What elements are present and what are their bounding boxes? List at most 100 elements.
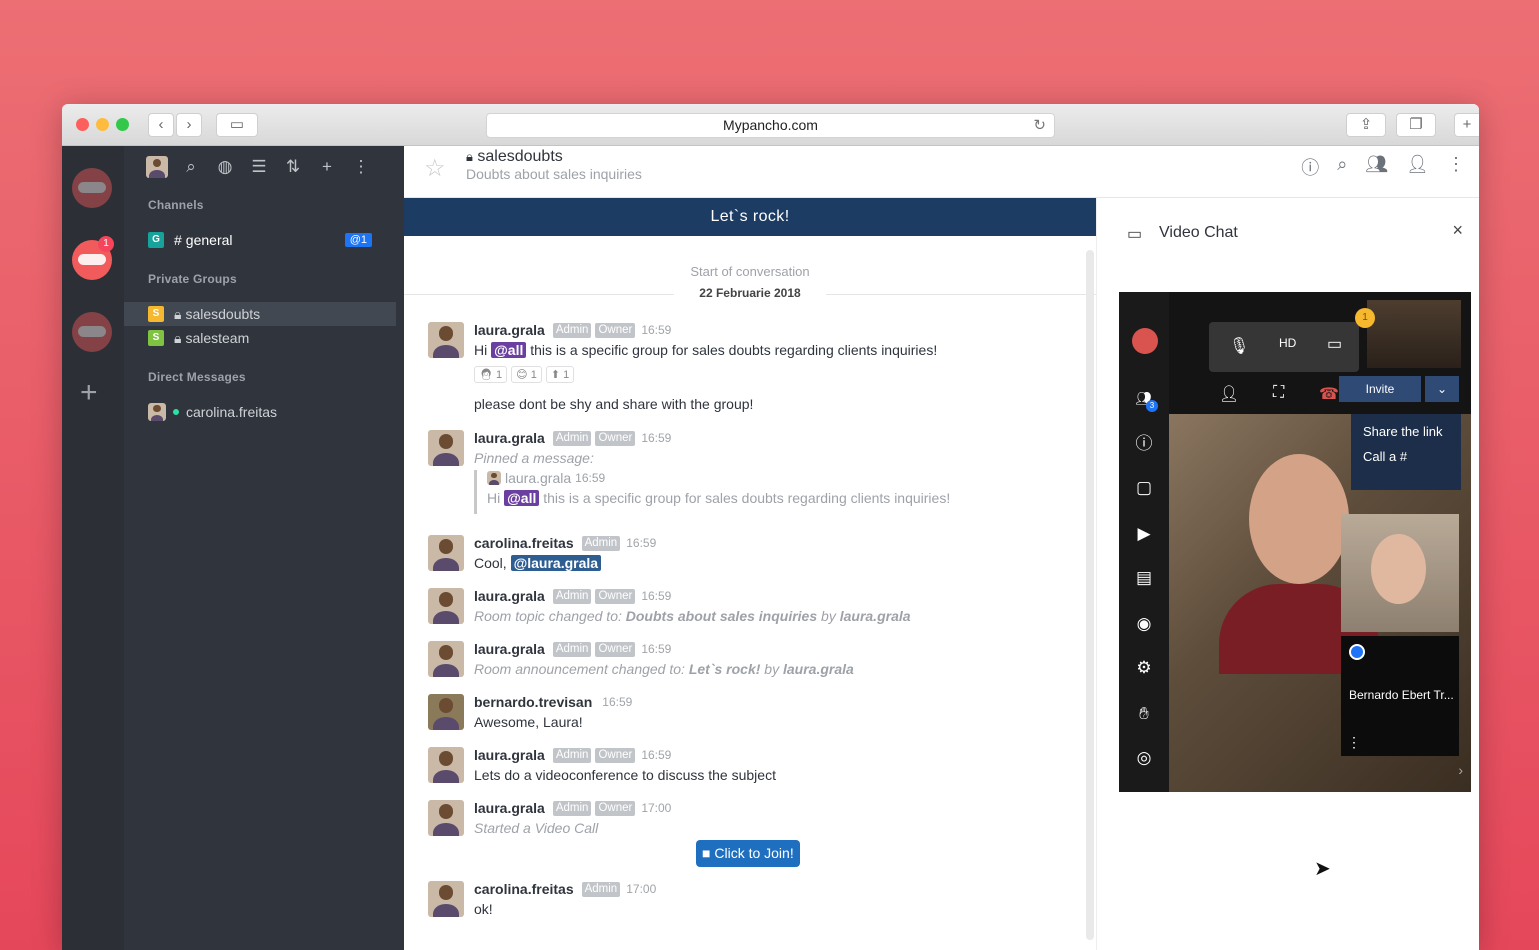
tabs-icon[interactable]: ❐ xyxy=(1396,113,1436,137)
directory-icon[interactable]: ◍ xyxy=(214,157,236,177)
search-icon[interactable]: ⌕ xyxy=(180,157,202,177)
sidebar-item-salesdoubts[interactable]: S 🔒︎ salesdoubts xyxy=(124,302,396,326)
menu-item-call[interactable]: Call a # xyxy=(1351,439,1461,464)
section-channels: Channels xyxy=(148,198,204,212)
message-list: Let`s rock! Start of conversation 22 Feb… xyxy=(404,198,1096,950)
search-icon[interactable]: ⌕ xyxy=(1337,154,1347,180)
message-username[interactable]: laura.grala xyxy=(474,747,545,763)
channel-avatar: G xyxy=(148,232,164,248)
menu-item-share-link[interactable]: Share the link xyxy=(1351,414,1461,439)
group-avatar: S xyxy=(148,330,164,346)
avatar[interactable] xyxy=(428,588,464,624)
message-time: 17:00 xyxy=(626,882,657,896)
message-username[interactable]: laura.grala xyxy=(474,588,545,604)
close-window-button[interactable] xyxy=(76,118,89,131)
sidebar-toggle-icon[interactable]: ▭ xyxy=(216,113,258,137)
eye-icon[interactable]: ◎ xyxy=(1132,746,1156,770)
participant-tile[interactable]: Bernardo Ebert Tr... ⋮ xyxy=(1341,636,1459,756)
sort-icon[interactable]: ⇅ xyxy=(282,157,304,177)
message-username[interactable]: laura.grala xyxy=(474,800,545,816)
server-icon[interactable] xyxy=(72,168,112,208)
recording-icon[interactable]: ◉ xyxy=(1132,612,1156,636)
more-options-icon[interactable]: ⋮ xyxy=(1347,734,1361,751)
video-frame[interactable]: 👥︎ 3 ⓘ ▢ ▶ ▤ ◉ ⚙ ✋︎ ◎ 🎙︎ HD ▭ 1 👤︎ ⛶ ☎︎ … xyxy=(1119,292,1471,792)
play-icon[interactable]: ▶ xyxy=(1132,522,1156,546)
document-icon[interactable]: ▤ xyxy=(1132,566,1156,590)
call-controls: 🎙︎ HD ▭ xyxy=(1209,322,1359,372)
mention-tag[interactable]: @all xyxy=(504,490,540,506)
avatar[interactable] xyxy=(428,641,464,677)
info-icon[interactable]: ⓘ xyxy=(1301,154,1319,180)
invite-button[interactable]: Invite xyxy=(1339,376,1421,402)
audio-level-icon xyxy=(1349,644,1365,660)
back-icon[interactable]: ‹ xyxy=(148,113,174,137)
chat-icon[interactable]: ▢ xyxy=(1132,476,1156,500)
sidebar-item-label: salesdoubts xyxy=(185,306,261,322)
info-icon[interactable]: ⓘ xyxy=(1132,432,1156,456)
minimize-window-button[interactable] xyxy=(96,118,109,131)
reaction-button[interactable]: 😊︎ 1 xyxy=(511,366,542,383)
fullscreen-icon[interactable]: ⛶ xyxy=(1273,384,1284,402)
chevron-right-icon[interactable]: › xyxy=(1458,762,1463,778)
avatar[interactable] xyxy=(428,881,464,917)
message-username[interactable]: laura.grala xyxy=(474,430,545,446)
add-user-icon[interactable]: 👤︎ xyxy=(1406,154,1429,180)
maximize-window-button[interactable] xyxy=(116,118,129,131)
avatar[interactable] xyxy=(428,535,464,571)
avatar[interactable] xyxy=(428,430,464,466)
video-quality-label[interactable]: HD xyxy=(1279,336,1296,350)
user-avatar[interactable] xyxy=(146,156,168,178)
message-username[interactable]: carolina.freitas xyxy=(474,881,574,897)
share-icon[interactable]: ⇪ xyxy=(1346,113,1386,137)
members-icon[interactable]: 👥︎ xyxy=(1365,154,1388,180)
remote-video-thumb[interactable] xyxy=(1341,514,1459,632)
add-participant-icon[interactable]: 👤︎ xyxy=(1219,384,1239,404)
role-badge: Admin xyxy=(552,800,592,816)
sidebar-item-carolina[interactable]: carolina.freitas xyxy=(124,400,396,424)
message-username[interactable]: laura.grala xyxy=(474,322,545,338)
hangup-icon[interactable]: ☎︎ xyxy=(1319,384,1339,404)
reaction-button[interactable]: 👩︎ 1 xyxy=(474,366,508,383)
avatar[interactable] xyxy=(1132,328,1158,354)
role-badge: Admin xyxy=(581,881,621,897)
mention-tag[interactable]: @all xyxy=(491,342,527,358)
forward-icon[interactable]: › xyxy=(176,113,202,137)
microphone-icon[interactable]: 🎙︎ xyxy=(1229,336,1249,356)
add-server-icon[interactable]: + xyxy=(80,378,98,408)
pinned-quote[interactable]: laura.grala 16:59 Hi @all this is a speci… xyxy=(474,470,950,514)
quote-time: 16:59 xyxy=(575,471,606,485)
avatar[interactable] xyxy=(428,747,464,783)
panel-title: Video Chat xyxy=(1159,224,1238,241)
close-icon[interactable]: × xyxy=(1452,220,1463,241)
message-username[interactable]: bernardo.trevisan xyxy=(474,694,592,710)
join-call-button[interactable]: ■ Click to Join! xyxy=(696,840,800,867)
raise-hand-icon[interactable]: ✋︎ xyxy=(1132,702,1156,726)
server-icon-active[interactable]: 1 xyxy=(72,236,114,280)
avatar[interactable] xyxy=(428,694,464,730)
server-icon[interactable] xyxy=(72,312,112,352)
announcement-bar[interactable]: Let`s rock! xyxy=(404,198,1096,236)
message-text: Cool, xyxy=(474,555,507,571)
mention-tag[interactable]: @laura.grala xyxy=(510,555,602,571)
address-bar[interactable]: Mypancho.com ↻ xyxy=(486,113,1055,138)
reload-icon[interactable]: ↻ xyxy=(1033,114,1046,137)
favorite-star-icon[interactable]: ☆ xyxy=(424,154,446,183)
sidebar-item-general[interactable]: G # general @1 xyxy=(124,228,396,252)
chevron-down-icon[interactable]: ⌄ xyxy=(1425,376,1459,402)
role-badge: Owner xyxy=(595,430,636,446)
screen-share-icon[interactable]: ▭ xyxy=(1327,334,1342,354)
more-options-icon[interactable]: ⋮ xyxy=(350,157,372,177)
participants-icon[interactable]: 👥︎ 3 xyxy=(1132,386,1158,412)
message-username[interactable]: laura.grala xyxy=(474,641,545,657)
settings-icon[interactable]: ⚙ xyxy=(1132,656,1156,680)
avatar[interactable] xyxy=(428,322,464,358)
create-new-icon[interactable]: + xyxy=(316,157,338,177)
view-mode-icon[interactable]: ☰ xyxy=(248,157,270,177)
reaction-button[interactable]: ⬆︎ 1 xyxy=(545,366,575,383)
message-username[interactable]: carolina.freitas xyxy=(474,535,574,551)
scrollbar[interactable] xyxy=(1086,250,1094,940)
sidebar-item-salesteam[interactable]: S 🔒︎ salesteam xyxy=(124,326,396,350)
new-tab-icon[interactable]: + xyxy=(1454,113,1479,137)
avatar[interactable] xyxy=(428,800,464,836)
kebab-menu-icon[interactable]: ⋮ xyxy=(1447,154,1465,180)
